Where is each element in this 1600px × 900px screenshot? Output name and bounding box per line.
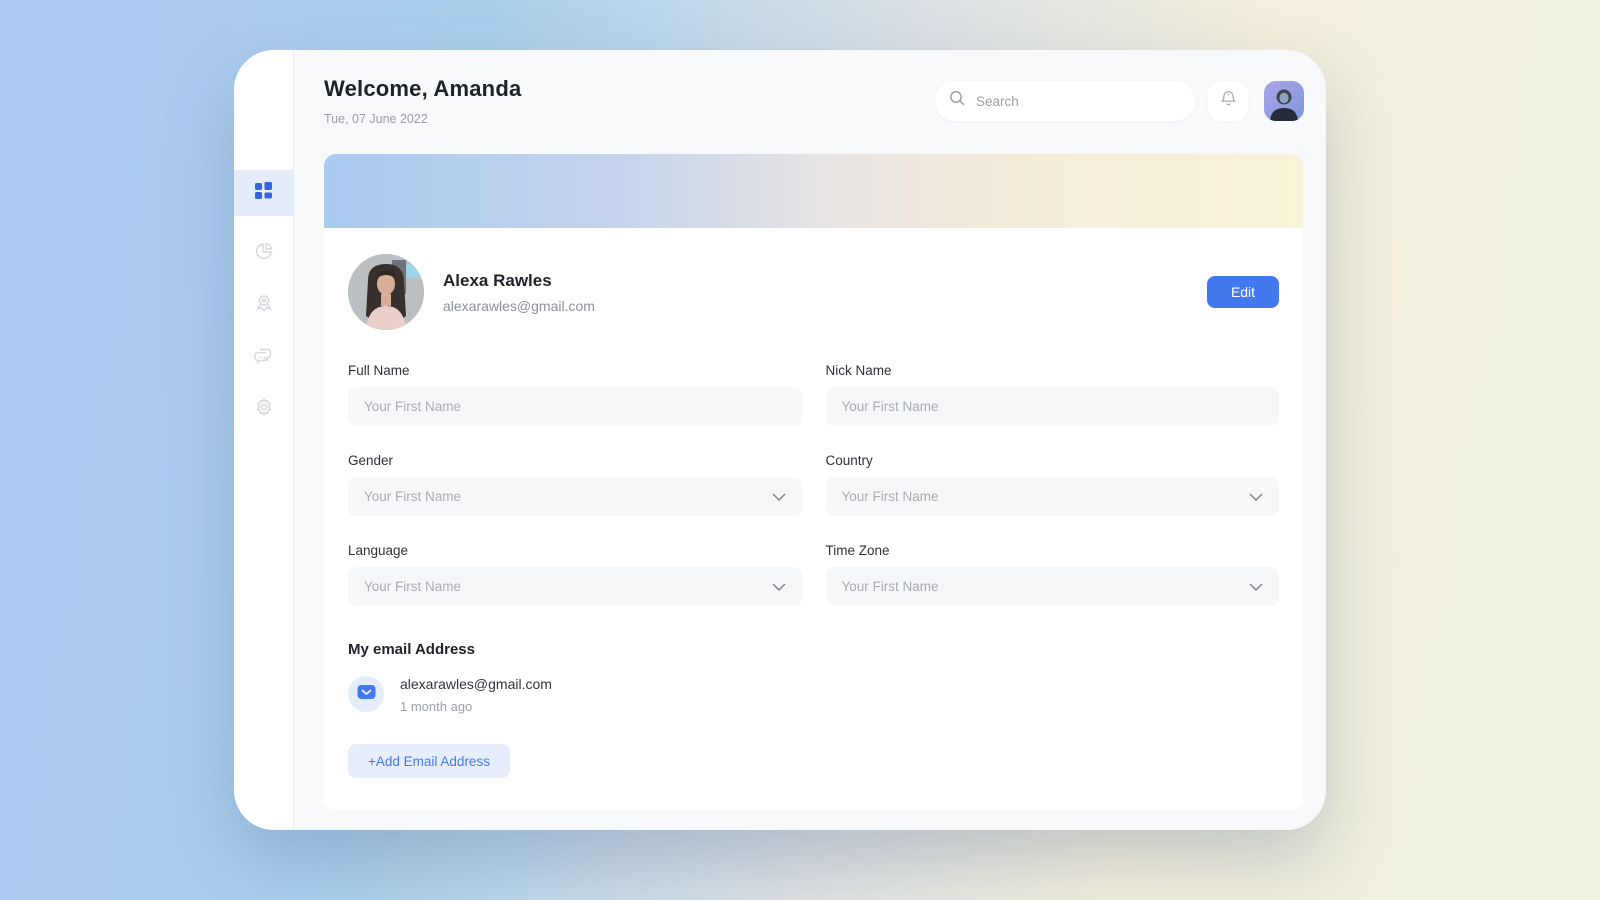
- sidebar-item-messages[interactable]: [234, 344, 293, 370]
- language-select[interactable]: Your First Name: [348, 567, 802, 606]
- field-label: Full Name: [348, 363, 802, 378]
- sidebar-item-settings[interactable]: [234, 396, 293, 422]
- bell-icon: [1219, 89, 1238, 113]
- edit-button[interactable]: Edit: [1207, 276, 1279, 308]
- field-label: Nick Name: [826, 363, 1280, 378]
- field-time-zone: Time Zone Your First Name: [826, 543, 1280, 606]
- select-placeholder: Your First Name: [364, 579, 461, 594]
- profile-panel: Alexa Rawles alexarawles@gmail.com Edit …: [324, 228, 1303, 810]
- profile-summary: Alexa Rawles alexarawles@gmail.com Edit: [348, 254, 1279, 330]
- sidebar-item-achievements[interactable]: [234, 292, 293, 318]
- field-gender: Gender Your First Name: [348, 453, 802, 516]
- profile-email: alexarawles@gmail.com: [443, 298, 595, 314]
- email-address: alexarawles@gmail.com: [400, 676, 552, 692]
- user-avatar[interactable]: [1264, 81, 1304, 121]
- profile-photo: [348, 254, 424, 330]
- page-title: Welcome, Amanda: [324, 76, 521, 102]
- select-placeholder: Your First Name: [842, 579, 939, 594]
- field-label: Language: [348, 543, 802, 558]
- chevron-down-icon: [772, 488, 786, 506]
- search-input[interactable]: [976, 94, 1156, 109]
- field-language: Language Your First Name: [348, 543, 802, 606]
- header: Welcome, Amanda Tue, 07 June 2022: [324, 76, 521, 126]
- email-age: 1 month ago: [400, 699, 552, 714]
- select-placeholder: Your First Name: [364, 489, 461, 504]
- pie-chart-icon: [254, 241, 274, 266]
- nick-name-input[interactable]: [826, 387, 1280, 426]
- sidebar-item-dashboard[interactable]: [234, 170, 293, 216]
- email-section-title: My email Address: [348, 641, 1279, 658]
- sidebar-item-analytics[interactable]: [234, 240, 293, 266]
- sidebar: [234, 50, 294, 830]
- main-content: Welcome, Amanda Tue, 07 June 2022: [294, 50, 1326, 830]
- select-placeholder: Your First Name: [842, 489, 939, 504]
- email-list-item: alexarawles@gmail.com 1 month ago: [348, 676, 1279, 714]
- chevron-down-icon: [1249, 578, 1263, 596]
- current-date: Tue, 07 June 2022: [324, 112, 521, 126]
- field-label: Gender: [348, 453, 802, 468]
- profile-form: Full Name Nick Name Gender Your First Na…: [348, 363, 1279, 606]
- dashboard-icon: [255, 182, 272, 204]
- notifications-button[interactable]: [1208, 81, 1248, 121]
- chat-icon: [253, 345, 274, 370]
- envelope-icon: [357, 684, 376, 705]
- field-country: Country Your First Name: [826, 453, 1280, 516]
- profile-name: Alexa Rawles: [443, 271, 595, 291]
- field-label: Time Zone: [826, 543, 1280, 558]
- award-icon: [254, 293, 274, 318]
- profile-banner: [324, 154, 1303, 228]
- chevron-down-icon: [1249, 488, 1263, 506]
- time-zone-select[interactable]: Your First Name: [826, 567, 1280, 606]
- search-bar[interactable]: [935, 81, 1195, 121]
- email-entry: alexarawles@gmail.com 1 month ago: [400, 676, 552, 714]
- country-select[interactable]: Your First Name: [826, 477, 1280, 516]
- gender-select[interactable]: Your First Name: [348, 477, 802, 516]
- add-email-button[interactable]: +Add Email Address: [348, 744, 510, 778]
- field-full-name: Full Name: [348, 363, 802, 426]
- gear-icon: [254, 397, 274, 422]
- profile-meta: Alexa Rawles alexarawles@gmail.com: [443, 271, 595, 314]
- search-icon: [949, 90, 966, 112]
- field-label: Country: [826, 453, 1280, 468]
- field-nick-name: Nick Name: [826, 363, 1280, 426]
- app-window: Welcome, Amanda Tue, 07 June 2022: [234, 50, 1326, 830]
- full-name-input[interactable]: [348, 387, 802, 426]
- email-icon-badge: [348, 676, 384, 712]
- chevron-down-icon: [772, 578, 786, 596]
